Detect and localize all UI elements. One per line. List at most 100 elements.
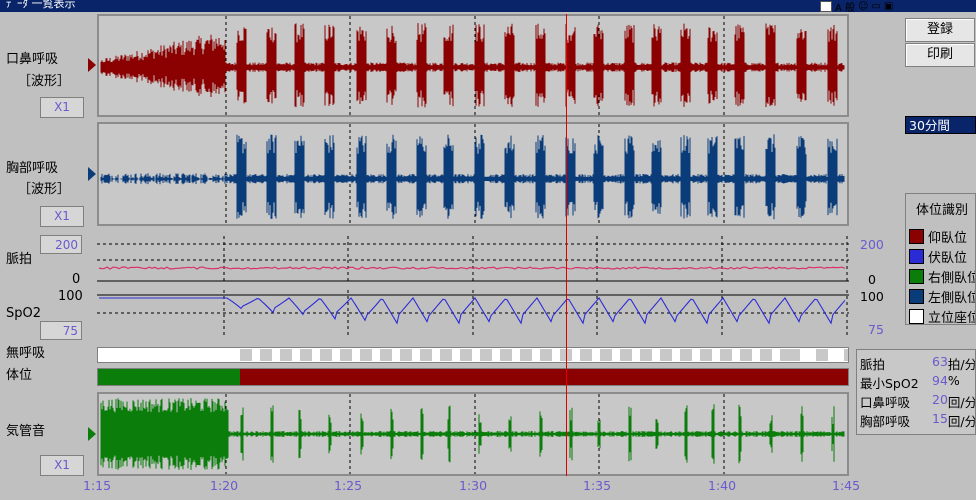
pulse-right-min: 0: [868, 272, 876, 287]
stat-unit: %: [947, 373, 960, 388]
position-label: 体位: [6, 368, 33, 383]
time-cursor[interactable]: [566, 14, 567, 476]
spo2-right-min: 75: [868, 322, 884, 337]
apnea-event: [420, 349, 432, 361]
chest-waveform-panel[interactable]: [97, 122, 849, 226]
stat-key: 胸部呼吸: [860, 414, 911, 429]
time-tick-label: 1:30: [459, 478, 488, 493]
apnea-event: [360, 349, 372, 361]
oronasal-gain-button[interactable]: X1: [40, 97, 84, 118]
tracheal-label: 気管音: [6, 424, 46, 439]
pulse-scale-max-input[interactable]: 200: [40, 235, 82, 254]
apnea-event: [700, 349, 712, 361]
spo2-label: SpO2: [6, 306, 42, 321]
position-segment-supine: [240, 369, 848, 385]
stat-row: 最小SpO2 94%: [860, 373, 975, 392]
chest-marker-icon: [88, 167, 96, 181]
chest-gain-button[interactable]: X1: [40, 206, 84, 227]
tracheal-waveform-panel[interactable]: [97, 392, 849, 476]
waveform-trace: [100, 134, 845, 220]
apnea-clear: [98, 349, 240, 361]
apnea-event: [260, 349, 272, 361]
chest-sublabel: ［波形］: [18, 182, 71, 197]
time-tick-label: 1:40: [708, 478, 737, 493]
stat-unit: 回/分: [947, 414, 976, 429]
chest-label: 胸部呼吸: [6, 161, 59, 176]
stat-value: 15: [932, 411, 948, 426]
apnea-event: [320, 349, 332, 361]
apnea-event: [460, 349, 472, 361]
toolbar-label: A 般: [835, 2, 856, 14]
spo2-right-max: 100: [860, 289, 884, 304]
pulse-trend: [97, 236, 849, 282]
stat-key: 脈拍: [860, 357, 886, 372]
pulse-trend-panel[interactable]: [97, 236, 849, 284]
time-tick-label: 1:15: [83, 478, 112, 493]
stat-value: 94: [932, 373, 948, 388]
stat-key: 口鼻呼吸: [860, 395, 911, 410]
time-axis: 1:15 1:20 1:25 1:30 1:35 1:40 1:45: [0, 478, 976, 500]
stat-key: 最小SpO2: [860, 376, 919, 391]
face-icon[interactable]: ☺: [858, 1, 868, 12]
legend-item: 右側臥位: [909, 266, 976, 286]
waveform-trace: [100, 23, 845, 108]
spo2-trend-panel[interactable]: [97, 290, 849, 336]
spo2-trace: [99, 297, 846, 325]
pulse-label: 脈拍: [6, 252, 33, 267]
apnea-bar[interactable]: [97, 347, 849, 363]
legend-swatch: [909, 228, 924, 244]
stats-box: 脈拍 63 拍/分 最小SpO2 94% 口鼻呼吸 20 回/分 胸部呼吸 15 回/分: [856, 349, 976, 435]
apnea-event: [816, 349, 828, 361]
spo2-scale-min-input[interactable]: 75: [40, 321, 82, 340]
toolbar-icons: A 般 ☺ ▭ ▣: [820, 0, 893, 14]
legend-swatch: [909, 268, 924, 284]
register-button[interactable]: 登録: [905, 18, 975, 42]
legend-item: 伏臥位: [909, 246, 975, 266]
time-tick-label: 1:35: [583, 478, 612, 493]
position-segment-right: [98, 369, 240, 385]
pulse-trace: [98, 266, 846, 270]
stat-value: 20: [932, 392, 948, 407]
pulse-right-max: 200: [860, 237, 884, 252]
print-button[interactable]: 印刷: [905, 43, 975, 67]
legend-box: 体位識別 仰臥位 伏臥位 右側臥位 左側臥位 立位座位: [905, 193, 976, 325]
tracheal-gain-button[interactable]: X1: [40, 455, 84, 476]
stat-unit: 拍/分: [947, 357, 976, 372]
page-icon[interactable]: [820, 0, 832, 12]
legend-title: 体位識別: [916, 203, 969, 218]
window-title: ﾃﾞｰﾀ 一覧表示: [6, 0, 76, 10]
time-tick-label: 1:45: [832, 478, 861, 493]
apnea-event: [788, 349, 800, 361]
legend-label: 立位座位: [928, 310, 976, 325]
stat-row: 胸部呼吸 15 回/分: [860, 411, 976, 430]
range-select[interactable]: 30分間: [905, 116, 976, 134]
spo2-scale-max: 100: [58, 289, 83, 304]
position-bar[interactable]: [97, 368, 849, 386]
apnea-event: [340, 349, 352, 361]
apnea-event: [640, 349, 652, 361]
legend-label: 伏臥位: [928, 250, 968, 266]
oronasal-label: 口鼻呼吸: [6, 52, 59, 67]
oronasal-marker-icon: [88, 58, 96, 72]
legend-swatch: [909, 248, 924, 264]
apnea-event: [500, 349, 512, 361]
oronasal-waveform: [100, 16, 845, 115]
apnea-event: [380, 349, 392, 361]
apnea-events: [98, 349, 848, 361]
stat-value: 63: [932, 354, 948, 369]
apnea-event: [620, 349, 632, 361]
folder-icon[interactable]: ▭: [871, 1, 880, 12]
pulse-scale-min: 0: [72, 272, 81, 287]
apnea-event: [580, 349, 592, 361]
legend-label: 右側臥位: [928, 270, 976, 286]
legend-swatch: [909, 288, 924, 304]
apnea-event: [660, 349, 672, 361]
apnea-event: [540, 349, 552, 361]
oronasal-sublabel: ［波形］: [18, 74, 71, 89]
apnea-event: [440, 349, 452, 361]
legend-item: 立位座位: [909, 306, 976, 325]
oronasal-waveform-panel[interactable]: [97, 14, 849, 117]
lock-icon[interactable]: ▣: [884, 1, 893, 12]
apnea-event: [480, 349, 492, 361]
apnea-event: [760, 349, 772, 361]
